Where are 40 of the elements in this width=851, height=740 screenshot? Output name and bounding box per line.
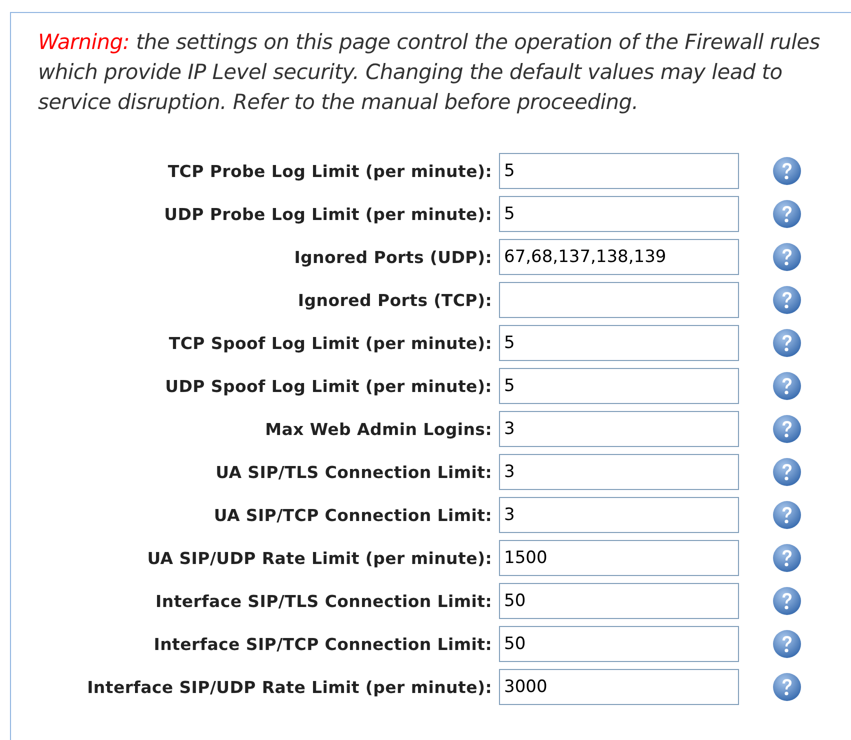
input-field[interactable]: 50	[499, 626, 739, 662]
input-field[interactable]: 3	[499, 497, 739, 533]
help-icon[interactable]	[772, 543, 802, 573]
help-icon[interactable]	[772, 672, 802, 702]
field-label: Interface SIP/TLS Connection Limit:	[154, 592, 492, 610]
input-field[interactable]: 50	[499, 583, 739, 619]
input-field[interactable]: 5	[499, 153, 739, 189]
field-label: Max Web Admin Logins:	[264, 420, 492, 438]
input-field[interactable]: 5	[499, 325, 739, 361]
input-field[interactable]: 3	[499, 454, 739, 490]
field-label: TCP Probe Log Limit (per minute):	[166, 162, 492, 180]
help-icon[interactable]	[772, 457, 802, 487]
help-icon[interactable]	[772, 199, 802, 229]
input-field[interactable]: 1500	[499, 540, 739, 576]
field-label: Interface SIP/UDP Rate Limit (per minute):	[86, 678, 492, 696]
input-field[interactable]: 67,68,137,138,139	[499, 239, 739, 275]
field-label: Ignored Ports (TCP):	[296, 290, 492, 310]
field-label: Ignored Ports (UDP):	[293, 248, 492, 266]
input-field[interactable]: 3000	[499, 669, 739, 705]
warning-message: Warning: the settings on this page control the operation of the Firewall rules which provide IP Level security. Changing the default values may lead to service disruption. Refer to the manual before proceeding.	[38, 29, 821, 116]
field-label: UDP Probe Log Limit (per minute):	[163, 204, 492, 224]
field-label: UA SIP/UDP Rate Limit (per minute):	[146, 548, 492, 568]
help-icon[interactable]	[772, 629, 802, 659]
field-label: TCP Spoof Log Limit (per minute):	[168, 334, 492, 352]
field-label: UA SIP/TCP Connection Limit:	[212, 506, 492, 524]
field-label: UDP Spoof Log Limit (per minute):	[164, 376, 492, 396]
help-icon[interactable]	[772, 242, 802, 272]
field-label: UA SIP/TLS Connection Limit:	[214, 462, 492, 482]
help-icon[interactable]	[772, 586, 802, 616]
help-icon[interactable]	[772, 414, 802, 444]
help-icon[interactable]	[772, 371, 802, 401]
help-icon[interactable]	[772, 328, 802, 358]
input-field[interactable]: 5	[499, 368, 739, 404]
input-field[interactable]	[499, 282, 739, 318]
help-icon[interactable]	[772, 285, 802, 315]
help-icon[interactable]	[772, 156, 802, 186]
input-field[interactable]: 3	[499, 411, 739, 447]
help-icon[interactable]	[772, 500, 802, 530]
input-field[interactable]: 5	[499, 196, 739, 232]
field-label: Interface SIP/TCP Connection Limit:	[152, 634, 492, 654]
